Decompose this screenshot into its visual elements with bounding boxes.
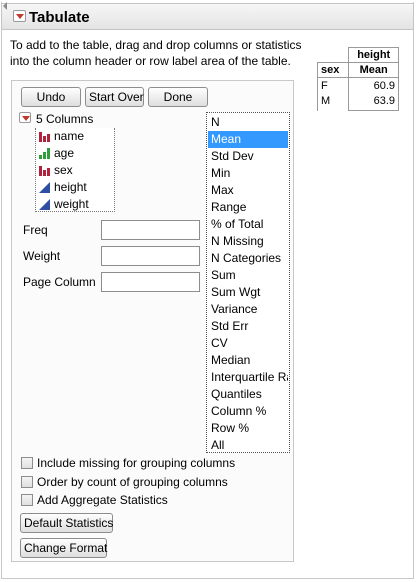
continuous-icon xyxy=(39,182,50,193)
done-button[interactable]: Done xyxy=(148,87,208,107)
default-statistics-button[interactable]: Default Statistics xyxy=(20,513,113,533)
ordinal-icon xyxy=(39,148,50,159)
stat-item[interactable]: N Categories xyxy=(208,250,288,267)
column-name: sex xyxy=(54,163,73,177)
row-var-cell[interactable]: sex xyxy=(316,62,350,78)
weight-label: Weight xyxy=(23,249,61,263)
statistics-list[interactable]: N Mean Std Dev Min Max Range % of Total … xyxy=(206,112,290,453)
add-aggregate-label: Add Aggregate Statistics xyxy=(37,493,168,507)
stat-item[interactable]: Min xyxy=(208,165,288,182)
column-item-height[interactable]: height xyxy=(38,179,87,196)
red-triangle-menu-icon[interactable] xyxy=(13,10,26,22)
columns-menu-icon[interactable] xyxy=(19,112,31,123)
page-column-label: Page Column xyxy=(23,275,96,289)
column-name: height xyxy=(54,180,87,194)
column-name: name xyxy=(54,129,85,143)
col-header-cell[interactable]: height xyxy=(348,47,399,63)
stat-item[interactable]: Std Dev xyxy=(208,148,288,165)
nominal-icon xyxy=(39,132,50,142)
row-label: F xyxy=(321,80,328,93)
change-format-button[interactable]: Change Format xyxy=(20,538,107,558)
stat-item[interactable]: Interquartile Range xyxy=(208,369,288,386)
stat-item[interactable]: % of Total xyxy=(208,216,288,233)
add-aggregate-checkbox[interactable] xyxy=(21,494,33,506)
stat-item[interactable]: Variance xyxy=(208,301,288,318)
stat-item[interactable]: All xyxy=(208,437,288,452)
stat-item[interactable]: Quantiles xyxy=(208,386,288,403)
stat-item[interactable]: N Missing xyxy=(208,233,288,250)
corner-cell xyxy=(317,47,350,63)
stat-item-selected[interactable]: Mean xyxy=(208,131,288,148)
continuous-icon xyxy=(39,199,50,210)
column-item-sex[interactable]: sex xyxy=(38,162,73,179)
column-item-age[interactable]: age xyxy=(38,145,74,162)
column-name: weight xyxy=(54,197,89,211)
weight-drop-zone[interactable] xyxy=(101,246,200,266)
row-values-cell: 60.9 63.9 xyxy=(348,77,399,111)
undo-button[interactable]: Undo xyxy=(21,87,81,107)
row-label: M xyxy=(321,95,331,108)
order-by-count-label: Order by count of grouping columns xyxy=(37,475,228,489)
stat-item[interactable]: Std Err xyxy=(208,318,288,335)
column-item-name[interactable]: name xyxy=(38,128,84,145)
stat-item[interactable]: Range xyxy=(208,199,288,216)
freq-drop-zone[interactable] xyxy=(101,220,200,240)
result-table: height sex Mean F M 60.9 63.9 xyxy=(316,47,399,111)
columns-header: 5 Columns xyxy=(36,112,94,126)
page-column-drop-zone[interactable] xyxy=(101,272,200,292)
window-title: Tabulate xyxy=(29,9,90,26)
columns-list[interactable]: name age sex height weight xyxy=(35,128,115,212)
freq-label: Freq xyxy=(23,223,48,237)
row-labels-cell: F M xyxy=(316,77,350,111)
stat-header-cell[interactable]: Mean xyxy=(348,62,399,78)
stat-item[interactable]: Max xyxy=(208,182,288,199)
order-by-count-checkbox[interactable] xyxy=(21,476,33,488)
stat-item[interactable]: Column % xyxy=(208,403,288,420)
instructions-text: To add to the table, drag and drop colum… xyxy=(10,38,302,68)
stat-item[interactable]: Row % xyxy=(208,420,288,437)
row-value: 60.9 xyxy=(373,80,395,92)
include-missing-checkbox[interactable] xyxy=(21,457,33,469)
stat-item[interactable]: Sum Wgt xyxy=(208,284,288,301)
stat-item[interactable]: Median xyxy=(208,352,288,369)
stat-item[interactable]: CV xyxy=(208,335,288,352)
row-value: 63.9 xyxy=(373,95,395,107)
start-over-button[interactable]: Start Over xyxy=(85,87,144,107)
stat-item[interactable]: Sum xyxy=(208,267,288,284)
stat-item[interactable]: N xyxy=(208,114,288,131)
column-item-weight[interactable]: weight xyxy=(38,196,89,213)
column-name: age xyxy=(54,146,75,160)
include-missing-label: Include missing for grouping columns xyxy=(37,456,236,470)
nominal-icon xyxy=(39,166,50,176)
